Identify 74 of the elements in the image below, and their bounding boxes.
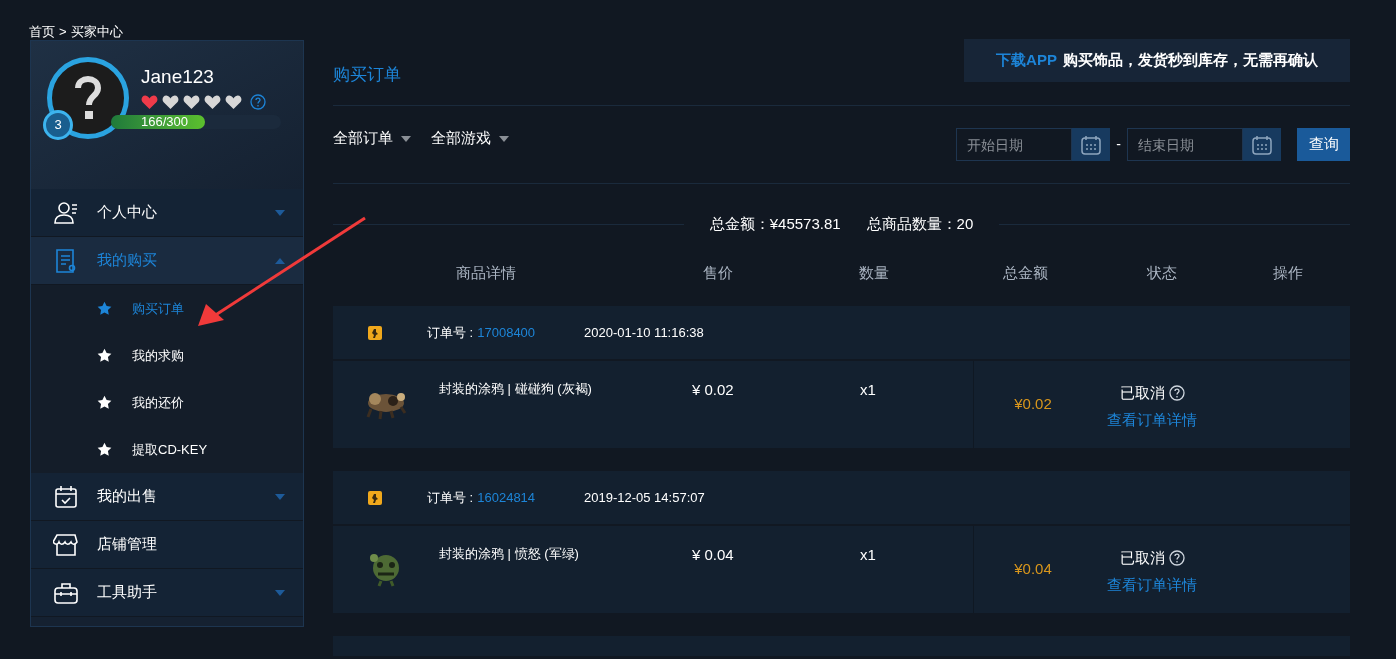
filter-dropdown[interactable]: 全部订单	[333, 127, 411, 150]
column-header: 总金额	[1002, 263, 1048, 283]
order-status: 已取消	[1119, 383, 1165, 403]
star-icon	[97, 442, 112, 457]
item-quantity: x1	[860, 545, 877, 565]
shop-icon	[53, 531, 79, 558]
caret-icon	[401, 135, 411, 142]
sidebar-item[interactable]: 工具助手	[31, 569, 303, 617]
order-detail-link[interactable]: 查看订单详情	[1107, 408, 1197, 431]
caret-icon	[275, 257, 285, 264]
breadcrumb-link[interactable]: 买家中心	[70, 22, 123, 40]
heart-icon	[141, 94, 158, 110]
exp-reading: 166/300	[141, 113, 188, 131]
date-field[interactable]: 开始日期	[956, 128, 1073, 161]
submenu-item[interactable]: 我的还价	[31, 379, 303, 426]
sidebar-item[interactable]: 我的购买	[31, 237, 303, 285]
filter-dropdown[interactable]: 全部游戏	[431, 127, 509, 150]
item-quantity: x1	[860, 380, 877, 400]
submenu-item[interactable]: 我的求购	[31, 332, 303, 379]
column-header: 操作	[1272, 263, 1303, 283]
star-icon	[97, 395, 112, 410]
order-detail-link[interactable]: 查看订单详情	[1107, 573, 1197, 596]
username: Jane123	[141, 65, 215, 89]
heart-icon	[204, 94, 221, 110]
order-status: 已取消	[1119, 548, 1165, 568]
summary-text: 总商品数量：20	[866, 213, 974, 234]
caret-icon	[275, 589, 285, 596]
submenu-item[interactable]: 提取CD-KEY	[31, 426, 303, 473]
caret-icon	[275, 209, 285, 216]
date-separator: -	[1116, 135, 1121, 154]
banner-text: 购买饰品，发货秒到库存，无需再确认	[1062, 50, 1318, 71]
column-header: 数量	[859, 263, 889, 283]
heart-icon	[162, 94, 179, 110]
sidebar-item[interactable]: 我的出售	[31, 473, 303, 521]
calendar-icon[interactable]	[1251, 133, 1273, 156]
banner-highlight: 下载APP	[996, 50, 1057, 71]
submenu-item[interactable]: 购买订单	[31, 285, 303, 332]
caret-icon	[499, 135, 509, 142]
heart-icon	[225, 94, 242, 110]
order-total: ¥0.02	[1014, 394, 1052, 415]
query-button[interactable]: 查询	[1297, 128, 1350, 161]
caret-icon	[275, 493, 285, 500]
date-field[interactable]: 结束日期	[1127, 128, 1243, 161]
game-icon	[368, 490, 382, 505]
summary-text: 总金额：¥45573.81	[709, 213, 841, 234]
order-time: 2019-12-05 14:57:07	[584, 488, 705, 507]
item-name: 封装的涂鸦 | 碰碰狗 (灰褐)	[439, 380, 593, 398]
user-icon	[53, 199, 79, 226]
calendar-check-icon	[53, 483, 79, 510]
sidebar-item[interactable]: 店铺管理	[31, 521, 303, 569]
order-number-label: 订单号 :	[427, 488, 474, 507]
level-badge: 3	[43, 110, 73, 140]
order-time: 2020-01-10 11:16:38	[584, 323, 704, 342]
game-icon	[368, 325, 382, 340]
breadcrumb-link[interactable]: 首页	[29, 22, 55, 40]
order-number-link[interactable]: 16024814	[477, 487, 536, 508]
promo-banner[interactable]: 下载APP 购买饰品，发货秒到库存，无需再确认	[964, 39, 1350, 82]
question-mark-icon	[74, 76, 102, 120]
column-header: 售价	[703, 263, 733, 283]
page-title: 购买订单	[333, 64, 401, 86]
calendar-icon[interactable]	[1080, 133, 1103, 156]
star-icon	[97, 301, 112, 316]
item-price: ¥ 0.04	[692, 545, 735, 565]
heart-icon	[183, 94, 200, 110]
order-total: ¥0.04	[1014, 559, 1052, 580]
column-header: 商品详情	[456, 263, 516, 283]
star-icon	[97, 348, 112, 363]
breadcrumb-separator: >	[59, 23, 67, 40]
item-price: ¥ 0.02	[692, 380, 735, 400]
order-number-label: 订单号 :	[427, 323, 474, 342]
order-number-link[interactable]: 17008400	[477, 322, 536, 343]
item-name: 封装的涂鸦 | 愤怒 (军绿)	[439, 545, 580, 563]
sidebar-item[interactable]: 个人中心	[31, 189, 303, 237]
column-header: 状态	[1147, 263, 1177, 283]
